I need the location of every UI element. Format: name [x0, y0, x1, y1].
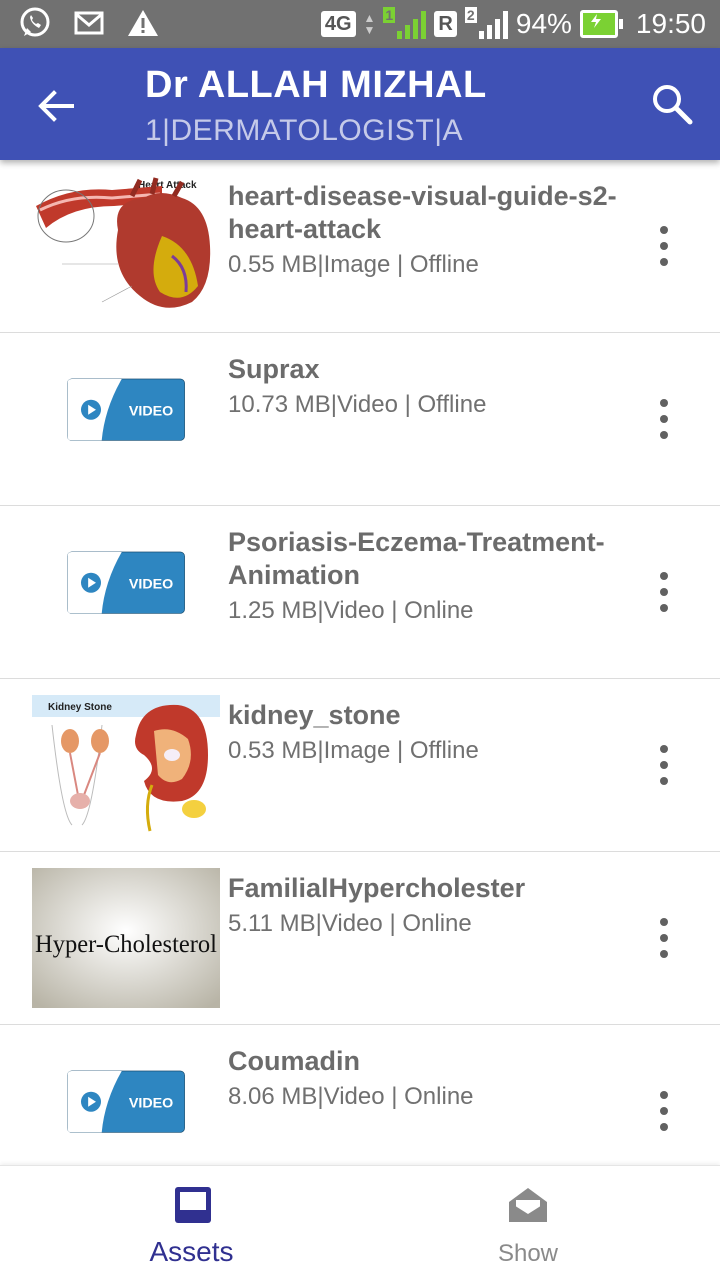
mail-icon [74, 11, 104, 35]
thumb-caption: VIDEO [129, 403, 173, 419]
tab-show-label: Show [497, 1240, 559, 1267]
more-options-icon[interactable] [652, 572, 676, 612]
tab-assets[interactable]: Assets [0, 1166, 360, 1281]
sim2-signal-bars [478, 9, 508, 39]
sim1-signal: 1 [383, 7, 427, 39]
more-options-icon[interactable] [652, 745, 676, 785]
video-thumbnail: VIDEO [67, 378, 185, 441]
warning-icon [128, 10, 158, 36]
asset-name: FamilialHypercholester [228, 873, 526, 903]
list-item[interactable]: VIDEO Psoriasis-Eczema-Treatment-Animati… [0, 506, 720, 679]
cholesterol-thumbnail: Hyper-Cholesterol [32, 868, 220, 1008]
data-arrows-icon: ▲ ▼ [363, 11, 376, 37]
more-options-icon[interactable] [652, 399, 676, 439]
thumb-caption: Kidney Stone [48, 702, 112, 713]
asset-meta: 10.73 MB|Video | Offline [228, 391, 487, 418]
asset-name: heart-disease-visual-guide-s2-heart-atta… [228, 181, 617, 244]
sim2-label: 2 [464, 7, 477, 23]
more-options-icon[interactable] [652, 918, 676, 958]
status-bar: 4G ▲ ▼ 1 R 2 94% 19:50 [0, 0, 720, 48]
whatsapp-icon [20, 7, 50, 37]
heart-attack-thumbnail: Heart Attack [32, 176, 220, 316]
tab-assets-label: Assets [149, 1236, 234, 1267]
asset-meta: 0.53 MB|Image | Offline [228, 737, 479, 764]
network-type-badge: 4G [320, 11, 356, 37]
list-item[interactable]: VIDEO Suprax 10.73 MB|Video | Offline [0, 333, 720, 506]
roaming-badge: R [434, 11, 457, 37]
open-envelope-icon [509, 1188, 547, 1222]
thumb-caption: Hyper-Cholesterol [35, 931, 217, 958]
asset-name: kidney_stone [228, 700, 401, 730]
search-icon[interactable] [650, 82, 694, 126]
more-options-icon[interactable] [652, 226, 676, 266]
sim1-signal-bars [397, 9, 427, 39]
page-subtitle: 1|DERMATOLOGIST|A [145, 114, 464, 147]
clock: 19:50 [635, 8, 706, 39]
battery-charging-icon [579, 10, 623, 38]
arrow-back-icon[interactable] [36, 86, 76, 126]
asset-meta: 0.55 MB|Image | Offline [228, 251, 479, 278]
sim1-label: 1 [383, 7, 396, 23]
asset-list[interactable]: Heart Attack heart-disease-visual-guide-… [0, 160, 720, 1165]
thumb-caption: VIDEO [129, 1095, 173, 1111]
list-item[interactable]: Heart Attack heart-disease-visual-guide-… [0, 160, 720, 333]
asset-name: Suprax [228, 354, 320, 384]
list-item[interactable]: Kidney Stone kidney_stone 0.53 MB|Image … [0, 679, 720, 852]
asset-name: Coumadin [228, 1046, 360, 1076]
inbox-icon [175, 1187, 211, 1223]
video-thumbnail: VIDEO [67, 1070, 185, 1133]
page-title: Dr ALLAH MIZHAL [145, 64, 487, 106]
asset-meta: 8.06 MB|Video | Online [228, 1083, 474, 1110]
asset-meta: 5.11 MB|Video | Online [228, 910, 472, 937]
sim2-signal: 2 [464, 7, 508, 39]
tab-show[interactable]: Show [348, 1166, 708, 1281]
asset-meta: 1.25 MB|Video | Online [228, 597, 474, 624]
asset-name: Psoriasis-Eczema-Treatment-Animation [228, 527, 605, 590]
video-thumbnail: VIDEO [67, 551, 185, 614]
bottom-navigation: Assets Show [0, 1165, 720, 1281]
more-options-icon[interactable] [652, 1091, 676, 1131]
battery-percent: 94% [515, 8, 572, 39]
thumb-caption: VIDEO [129, 576, 173, 592]
list-item[interactable]: VIDEO Coumadin 8.06 MB|Video | Online [0, 1025, 720, 1165]
app-bar: Dr ALLAH MIZHAL 1|DERMATOLOGIST|A [0, 48, 720, 160]
list-item[interactable]: Hyper-Cholesterol FamilialHypercholester… [0, 852, 720, 1025]
kidney-stone-thumbnail: Kidney Stone [32, 695, 220, 835]
